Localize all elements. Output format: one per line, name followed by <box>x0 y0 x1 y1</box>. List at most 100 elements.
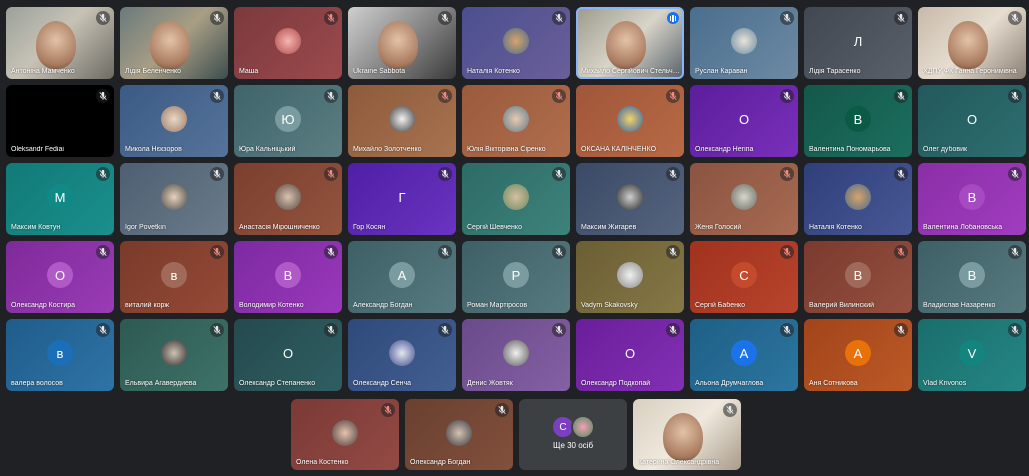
participant-tile[interactable]: О Олександр Костира <box>6 241 114 313</box>
participant-avatar <box>503 184 529 210</box>
participant-avatar <box>617 184 643 210</box>
participant-initial-avatar: в <box>161 262 187 288</box>
participant-name: Олег дубовик <box>923 146 968 153</box>
participant-tile[interactable]: Маша <box>234 7 342 79</box>
participant-initial-avatar: Ю <box>275 106 301 132</box>
participant-tile[interactable]: А Александр Богдан <box>348 241 456 313</box>
participant-tile[interactable]: в виталий корж <box>120 241 228 313</box>
participant-initial-avatar: Л <box>853 33 863 49</box>
participant-video <box>663 413 703 461</box>
participant-initial-avatar: О <box>282 345 294 361</box>
participant-initial-avatar: В <box>959 184 985 210</box>
participant-tile[interactable]: ХДПУ ФК Ганна Геронимівна <box>918 7 1026 79</box>
participant-tile[interactable]: В Валентина Пономарьова <box>804 85 912 157</box>
participant-name: Володимир Котенко <box>239 302 304 309</box>
participant-tile[interactable]: Oleksandr Fediai <box>6 85 114 157</box>
participant-name: Ельвира Агавердиева <box>125 380 197 387</box>
participant-initial-avatar: В <box>959 262 985 288</box>
participant-name: Олександр Степаненко <box>239 380 316 387</box>
participant-tile[interactable]: Олександр Сенча <box>348 319 456 391</box>
participant-tile[interactable]: Лідія Беленченко <box>120 7 228 79</box>
participant-tile[interactable]: Катерина Олександрівна <box>633 399 741 470</box>
more-participants-label: Ще 30 осіб <box>552 441 594 450</box>
participant-tile[interactable]: в валера волосов <box>6 319 114 391</box>
participant-tile[interactable]: С Ще 30 осіб <box>519 399 627 470</box>
participant-tile[interactable]: Михайло Золотченко <box>348 85 456 157</box>
participant-tile[interactable]: О Олександр Степаненко <box>234 319 342 391</box>
participant-name: Катерина Олександрівна <box>638 459 720 466</box>
mic-muted-icon <box>381 403 395 417</box>
participant-tile[interactable]: Ельвира Агавердиева <box>120 319 228 391</box>
participant-tile[interactable]: В Валентина Лобановська <box>918 163 1026 235</box>
participant-tile[interactable]: В Валерий Вилинский <box>804 241 912 313</box>
participant-video <box>948 21 988 69</box>
mic-muted-icon <box>210 11 224 25</box>
participant-tile[interactable]: Наталія Котенко <box>462 7 570 79</box>
participant-tile[interactable]: О Олександр Подкопай <box>576 319 684 391</box>
participant-name: Vadym Skakovsky <box>581 302 638 309</box>
mic-muted-icon <box>324 11 338 25</box>
participant-tile[interactable]: Р Роман Мартіросов <box>462 241 570 313</box>
mic-muted-icon <box>210 323 224 337</box>
participant-tile[interactable]: О Олег дубовик <box>918 85 1026 157</box>
participant-name: Микола Нєкзоров <box>125 146 182 153</box>
mic-muted-icon <box>894 167 908 181</box>
participant-name: Валерий Вилинский <box>809 302 875 309</box>
participant-tile[interactable]: Ukraine Sabbota <box>348 7 456 79</box>
participant-tile[interactable]: А Аня Сотникова <box>804 319 912 391</box>
mic-muted-icon <box>552 323 566 337</box>
participant-avatar <box>571 415 595 439</box>
participant-name: виталий корж <box>125 302 170 309</box>
participant-tile[interactable]: Сергій Шевченко <box>462 163 570 235</box>
participant-tile[interactable]: О Олександр Негіпа <box>690 85 798 157</box>
participant-name: Владислав Назаренко <box>923 302 996 309</box>
participant-avatar <box>161 184 187 210</box>
participant-tile[interactable]: Антоніна Мамченко <box>6 7 114 79</box>
participant-tile[interactable]: В Владислав Назаренко <box>918 241 1026 313</box>
mic-muted-icon <box>438 11 452 25</box>
participant-avatar <box>161 106 187 132</box>
participant-name: Валентина Пономарьова <box>809 146 891 153</box>
participant-tile[interactable]: Анастасія Мірошниченко <box>234 163 342 235</box>
participant-tile[interactable]: ОКСАНА КАЛІНЧЕНКО <box>576 85 684 157</box>
participant-avatar <box>503 340 529 366</box>
participant-avatar <box>389 340 415 366</box>
participant-avatar <box>503 28 529 54</box>
participant-tile[interactable]: Ю Юра Кальніцький <box>234 85 342 157</box>
mic-muted-icon <box>780 11 794 25</box>
mic-muted-icon <box>96 323 110 337</box>
participant-tile[interactable]: Микола Нєкзоров <box>120 85 228 157</box>
participant-initial-avatar: В <box>275 262 301 288</box>
participant-tile[interactable]: Л Лідія Тарасенко <box>804 7 912 79</box>
participant-tile[interactable]: М Максим Ковтун <box>6 163 114 235</box>
participant-tile[interactable]: Максим Жигарев <box>576 163 684 235</box>
participant-initial-avatar: А <box>845 340 871 366</box>
speaking-indicator-icon <box>667 12 679 24</box>
participant-tile[interactable]: Михайло Сергійович Стельченко <box>576 7 684 79</box>
participant-tile[interactable]: Руслан Караван <box>690 7 798 79</box>
participant-tile[interactable]: Олександр Богдан <box>405 399 513 470</box>
participant-tile[interactable]: Юлія Вікторівна Сіренко <box>462 85 570 157</box>
participant-name: Михайло Золотченко <box>353 146 422 153</box>
participant-initial-avatar: О <box>47 262 73 288</box>
participant-tile[interactable]: Vadym Skakovsky <box>576 241 684 313</box>
participant-tile[interactable]: Igor Povetkin <box>120 163 228 235</box>
participant-tile[interactable]: Г Гор Косян <box>348 163 456 235</box>
mic-muted-icon <box>438 89 452 103</box>
participant-bottom-row: Олена Костенко Олександр Богдан С Ще 30 осі… <box>291 399 741 470</box>
participant-name: Юлія Вікторівна Сіренко <box>467 146 546 153</box>
participant-name: Руслан Караван <box>695 68 748 75</box>
participant-tile[interactable]: С Сергій Бабенко <box>690 241 798 313</box>
participant-tile[interactable]: Женя Голосий <box>690 163 798 235</box>
participant-tile[interactable]: А Альона Друмчаглова <box>690 319 798 391</box>
mic-muted-icon <box>894 245 908 259</box>
participant-tile[interactable]: Наталія Котенко <box>804 163 912 235</box>
participant-tile[interactable]: Олена Костенко <box>291 399 399 470</box>
participant-tile[interactable]: V Vlad Krivonos <box>918 319 1026 391</box>
participant-tile[interactable]: В Володимир Котенко <box>234 241 342 313</box>
mic-muted-icon <box>96 89 110 103</box>
participant-name: Женя Голосий <box>695 224 742 231</box>
mic-muted-icon <box>780 167 794 181</box>
participant-tile[interactable]: Денис Жовтяк <box>462 319 570 391</box>
mic-muted-icon <box>666 167 680 181</box>
